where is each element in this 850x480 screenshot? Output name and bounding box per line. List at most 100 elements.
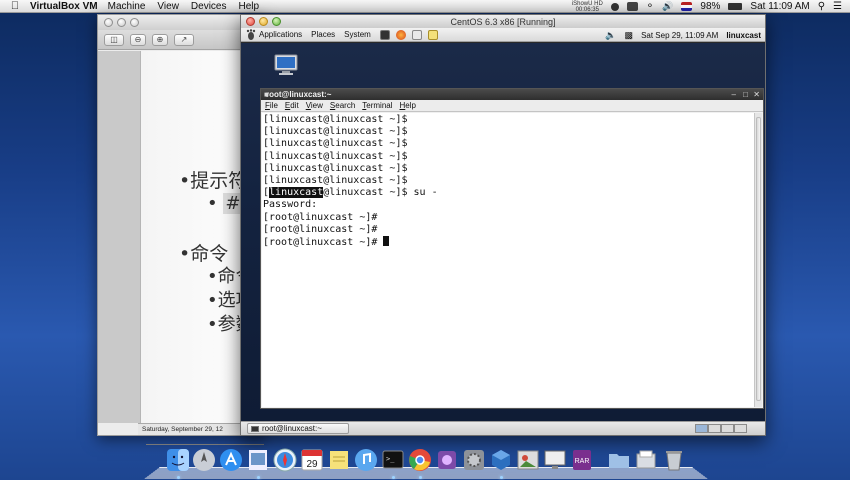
terminal-scrollbar-thumb[interactable] [756,117,761,401]
taskbar-terminal-button[interactable]: root@linuxcast:~ [247,423,349,434]
menu-devices[interactable]: Devices [191,1,227,12]
zoom-in-button[interactable]: ⊕ [152,33,168,46]
workspace-4[interactable] [734,424,747,433]
itunes-icon[interactable] [354,448,378,472]
speaker-icon[interactable]: 🔈 [605,30,616,41]
battery-percent[interactable]: 98% [700,1,720,12]
terminal-password-prompt: Password: [263,199,318,211]
terminal-scrollbar[interactable] [754,113,762,407]
terminal-close-icon[interactable]: ✕ [753,89,760,100]
ishow-recorder-status[interactable]: iShowU HD 00:06:35 [572,1,603,13]
firefox-launcher-icon[interactable] [395,29,406,40]
guest-bottom-panel: root@linuxcast:~ [241,421,765,435]
rar-icon[interactable]: RAR [570,448,594,472]
share-button[interactable]: ↗ [174,33,194,46]
terminal-running-indicator [392,476,395,479]
trash-icon[interactable] [662,448,686,472]
terminal-line: [linuxcast@linuxcast ~]$ [263,150,408,162]
terminal-line: [linuxcast@linuxcast ~]$ [263,114,408,125]
ishow-time: 00:06:35 [575,6,599,13]
recording-icon[interactable] [610,2,619,11]
menu-help[interactable]: Help [239,1,260,12]
zoom-out-button[interactable]: ⊖ [130,33,146,46]
wifi-icon[interactable]: ⚬ [646,1,654,12]
terminal-minimize-icon[interactable]: – [732,89,736,100]
notes-launcher-icon[interactable] [427,29,438,40]
terminal-screen[interactable]: [linuxcast@linuxcast ~]$ [linuxcast@linux… [262,113,754,407]
bullet-hash: • # [207,193,243,214]
calendar-icon[interactable]: 29 [300,448,324,472]
svg-text:RAR: RAR [575,458,590,465]
bullet-prompt: •提示符 [179,170,248,192]
workspace-3[interactable] [721,424,734,433]
gnome-menu-places[interactable]: Places [311,30,335,39]
gnome-datetime[interactable]: Sat Sep 29, 11:09 AM [641,31,718,40]
spotlight-icon[interactable]: ⚲ [818,1,825,12]
guest-desktop: ■ root@linuxcast:~ – □ ✕ File Edit View … [241,43,765,421]
computer-desktop-icon[interactable] [274,54,298,76]
calendar-day: 29 [306,459,318,470]
virtualbox-window: CentOS 6.3 x86 [Running] Applications Pl… [240,14,766,436]
network-icon[interactable]: ▩ [625,30,634,41]
terminal-su-line: [linuxcast@linuxcast ~]$ su - [263,187,438,199]
terminal-menu-terminal[interactable]: Terminal [362,101,392,110]
gnome-menu-applications[interactable]: Applications [259,30,302,39]
terminal-menu-view[interactable]: View [306,101,323,110]
terminal-launcher-icon[interactable] [379,29,390,40]
terminal-menu-help[interactable]: Help [400,101,416,110]
menu-view[interactable]: View [157,1,179,12]
preview-icon[interactable] [246,448,270,472]
photo-icon[interactable] [516,448,540,472]
system-preferences-icon[interactable] [462,448,486,472]
app-icon[interactable] [435,448,459,472]
vbox-window-title: CentOS 6.3 x86 [Running] [450,16,556,27]
finder-icon[interactable] [166,448,190,472]
terminal-menu-file[interactable]: File [265,101,278,110]
display-icon[interactable] [626,2,638,11]
preview-running-indicator [257,476,260,479]
menu-machine[interactable]: Machine [108,1,146,12]
selected-text[interactable]: linuxcast [269,187,324,199]
virtualbox-icon[interactable] [489,448,513,472]
app-menu-virtualbox[interactable]: VirtualBox VM [30,1,98,12]
terminal-icon[interactable]: >_ [381,448,405,472]
gnome-foot-icon[interactable] [245,28,257,41]
close-button[interactable] [104,18,113,27]
launchpad-icon[interactable] [192,448,216,472]
apple-menu-icon[interactable]:  [6,0,24,12]
zoom-button[interactable] [130,18,139,27]
terminal-menubar: File Edit View Search Terminal Help [261,100,763,112]
chrome-icon[interactable] [408,448,432,472]
folder-icon[interactable] [607,448,631,472]
app-store-icon[interactable] [219,448,243,472]
safari-icon[interactable] [273,448,297,472]
vbox-titlebar[interactable]: CentOS 6.3 x86 [Running] [241,15,765,28]
screen-icon[interactable] [543,448,567,472]
terminal-task-icon [251,426,259,432]
sidebar-toggle-button[interactable]: ◫ [104,33,124,46]
terminal-titlebar[interactable]: ■ root@linuxcast:~ – □ ✕ [261,89,763,100]
volume-icon[interactable]: 🔊 [662,1,673,12]
workspace-2[interactable] [708,424,721,433]
notification-icon[interactable]: ☰ [833,1,842,12]
terminal-root-line: [root@linuxcast ~]# [263,223,378,235]
terminal-line: [linuxcast@linuxcast ~]$ [263,175,408,187]
taskbar-terminal-label: root@linuxcast:~ [262,424,322,433]
minimize-button[interactable] [117,18,126,27]
flag-icon[interactable] [681,2,693,11]
finder-running-indicator [177,476,180,479]
terminal-maximize-icon[interactable]: □ [743,89,748,100]
terminal-line: [linuxcast@linuxcast ~]$ [263,162,408,174]
workspace-1[interactable] [695,424,708,433]
terminal-menu-edit[interactable]: Edit [285,101,299,110]
menubar-clock[interactable]: Sat 11:09 AM [750,1,809,12]
mail-launcher-icon[interactable] [411,29,422,40]
terminal-menu-search[interactable]: Search [330,101,355,110]
gnome-menu-system[interactable]: System [344,30,371,39]
workspace-switcher [695,424,747,433]
terminal-title: root@linuxcast:~ [266,90,332,99]
documents-icon[interactable] [634,448,658,472]
gnome-user[interactable]: linuxcast [726,31,761,40]
notes-icon[interactable] [327,448,351,472]
terminal-cursor [383,236,390,247]
